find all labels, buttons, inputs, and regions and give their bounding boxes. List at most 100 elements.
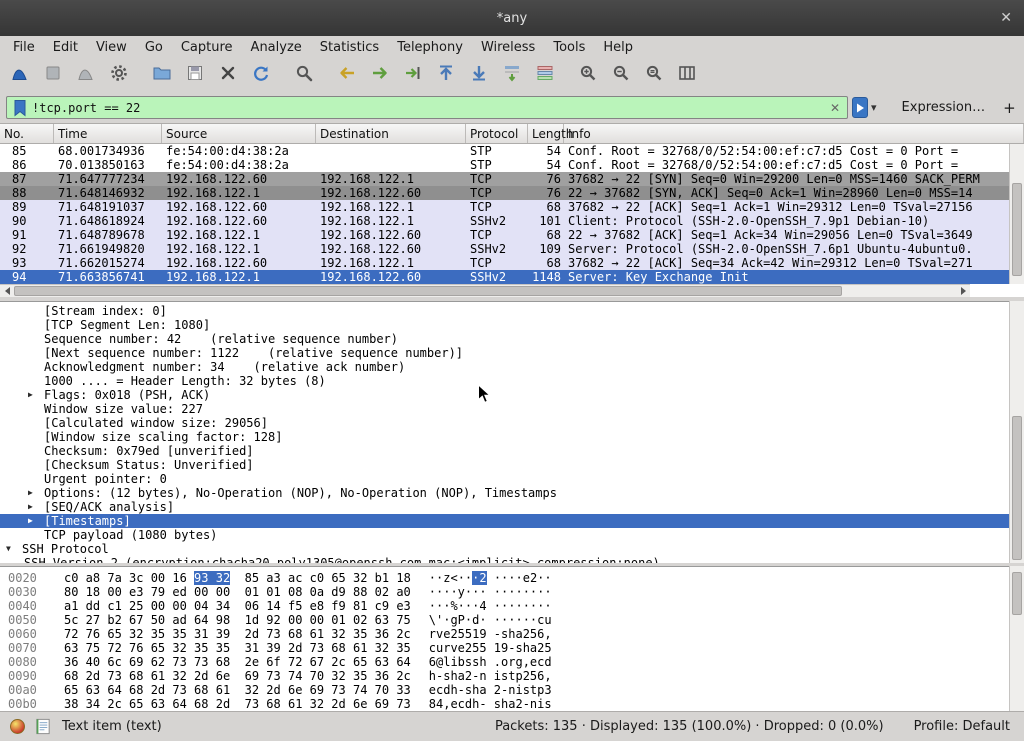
packet-row[interactable]: 9271.661949820192.168.122.1192.168.122.6… [0, 242, 1024, 256]
close-button[interactable]: ✕ [1000, 9, 1012, 27]
expert-info-icon[interactable] [10, 719, 25, 734]
hex-row[interactable]: 0040a1 dd c1 25 00 00 04 34 06 14 f5 e8 … [0, 599, 1024, 613]
horizontal-scrollbar[interactable] [0, 284, 970, 297]
detail-line[interactable]: ▼SSH Protocol [0, 542, 1024, 556]
colorize-button[interactable] [530, 61, 560, 89]
menu-file[interactable]: File [4, 38, 44, 57]
capture-stop-button[interactable] [38, 61, 68, 89]
reload-button[interactable] [246, 61, 276, 89]
hex-row[interactable]: 00a065 63 64 68 2d 73 68 61 32 2d 6e 69 … [0, 683, 1024, 697]
resize-columns-button[interactable] [672, 61, 702, 89]
menu-tools[interactable]: Tools [544, 38, 594, 57]
detail-line[interactable]: [Checksum Status: Unverified] [0, 458, 1024, 472]
display-filter-field[interactable]: ✕ [6, 96, 848, 119]
hex-pane-scrollbar[interactable] [1009, 566, 1024, 711]
display-filter-input[interactable] [32, 98, 824, 117]
packet-row[interactable]: 9171.648789678192.168.122.1192.168.122.6… [0, 228, 1024, 242]
auto-scroll-button[interactable] [497, 61, 527, 89]
detail-line[interactable]: ▶Flags: 0x018 (PSH, ACK) [0, 388, 1024, 402]
hex-row[interactable]: 007063 75 72 76 65 32 35 35 31 39 2d 73 … [0, 641, 1024, 655]
bookmark-icon[interactable] [12, 99, 28, 117]
detail-pane-scrollbar[interactable] [1009, 301, 1024, 563]
scroll-right-icon[interactable] [956, 285, 970, 297]
packet-row[interactable]: 8568.001734936fe:54:00:d4:38:2aSTP54Conf… [0, 144, 1024, 158]
menu-wireless[interactable]: Wireless [472, 38, 544, 57]
menu-capture[interactable]: Capture [172, 38, 242, 57]
detail-line[interactable]: ▶Options: (12 bytes), No-Operation (NOP)… [0, 486, 1024, 500]
detail-line[interactable]: Window size value: 227 [0, 402, 1024, 416]
go-to-packet-button[interactable] [398, 61, 428, 89]
hex-row[interactable]: 008036 40 6c 69 62 73 73 68 2e 6f 72 67 … [0, 655, 1024, 669]
status-profile[interactable]: Profile: Default [914, 719, 1010, 734]
detail-line[interactable]: ▶[SEQ/ACK analysis] [0, 500, 1024, 514]
menu-help[interactable]: Help [594, 38, 642, 57]
hex-row[interactable]: 006072 76 65 32 35 35 31 39 2d 73 68 61 … [0, 627, 1024, 641]
column-header-time[interactable]: Time [54, 124, 162, 143]
packet-row[interactable]: 9371.662015274192.168.122.60192.168.122.… [0, 256, 1024, 270]
menu-telephony[interactable]: Telephony [388, 38, 472, 57]
menu-analyze[interactable]: Analyze [242, 38, 311, 57]
detail-line[interactable]: [Window size scaling factor: 128] [0, 430, 1024, 444]
packet-row[interactable]: 8670.013850163fe:54:00:d4:38:2aSTP54Conf… [0, 158, 1024, 172]
expression-button[interactable]: Expression… [894, 97, 994, 118]
go-back-button[interactable] [332, 61, 362, 89]
packet-list-scrollbar[interactable] [1009, 144, 1024, 284]
zoom-in-button[interactable] [573, 61, 603, 89]
hex-row[interactable]: 009068 2d 73 68 61 32 2d 6e 69 73 74 70 … [0, 669, 1024, 683]
detail-line[interactable]: ▶[Timestamps] [0, 514, 1024, 528]
detail-line[interactable]: Urgent pointer: 0 [0, 472, 1024, 486]
hex-row[interactable]: 00b038 34 2c 65 63 64 68 2d 73 68 61 32 … [0, 697, 1024, 711]
detail-line[interactable]: SSH Version 2 (encryption:chacha20-poly1… [0, 556, 1024, 563]
packet-row[interactable]: 9471.663856741192.168.122.1192.168.122.6… [0, 270, 1024, 284]
expander-right-icon[interactable]: ▶ [28, 390, 33, 399]
expander-right-icon[interactable]: ▶ [28, 488, 33, 497]
column-header-no[interactable]: No. [0, 124, 54, 143]
scrollbar-thumb[interactable] [1012, 572, 1022, 616]
horizontal-scrollbar-thumb[interactable] [14, 286, 842, 296]
capture-start-button[interactable] [5, 61, 35, 89]
hex-row[interactable]: 00505c 27 b2 67 50 ad 64 98 1d 92 00 00 … [0, 613, 1024, 627]
go-bottom-button[interactable] [464, 61, 494, 89]
expander-right-icon[interactable]: ▶ [28, 502, 33, 511]
zoom-original-button[interactable] [639, 61, 669, 89]
detail-line[interactable]: [Calculated window size: 29056] [0, 416, 1024, 430]
packet-row[interactable]: 8771.647777234192.168.122.60192.168.122.… [0, 172, 1024, 186]
menu-go[interactable]: Go [136, 38, 172, 57]
filter-dropdown-caret-icon[interactable]: ▾ [868, 101, 880, 114]
capture-options-button[interactable] [104, 61, 134, 89]
scrollbar-thumb[interactable] [1012, 183, 1022, 275]
file-open-button[interactable] [147, 61, 177, 89]
menu-view[interactable]: View [87, 38, 136, 57]
packet-row[interactable]: 9071.648618924192.168.122.60192.168.122.… [0, 214, 1024, 228]
packet-row[interactable]: 8971.648191037192.168.122.60192.168.122.… [0, 200, 1024, 214]
scroll-left-icon[interactable] [0, 285, 14, 297]
menu-edit[interactable]: Edit [44, 38, 87, 57]
expander-down-icon[interactable]: ▼ [6, 544, 11, 553]
detail-line[interactable]: Checksum: 0x79ed [unverified] [0, 444, 1024, 458]
detail-line[interactable]: [TCP Segment Len: 1080] [0, 318, 1024, 332]
go-forward-button[interactable] [365, 61, 395, 89]
file-close-button[interactable] [213, 61, 243, 89]
column-header-source[interactable]: Source [162, 124, 316, 143]
clear-filter-icon[interactable]: ✕ [828, 101, 842, 115]
menu-statistics[interactable]: Statistics [311, 38, 388, 57]
zoom-out-button[interactable] [606, 61, 636, 89]
apply-filter-button[interactable] [852, 97, 868, 118]
titlebar[interactable]: *any ✕ [0, 0, 1024, 36]
file-save-button[interactable] [180, 61, 210, 89]
detail-line[interactable]: Sequence number: 42 (relative sequence n… [0, 332, 1024, 346]
packet-row[interactable]: 8871.648146932192.168.122.1192.168.122.6… [0, 186, 1024, 200]
hex-row[interactable]: 003080 18 00 e3 79 ed 00 00 01 01 08 0a … [0, 585, 1024, 599]
detail-line[interactable]: [Next sequence number: 1122 (relative se… [0, 346, 1024, 360]
detail-line[interactable]: 1000 .... = Header Length: 32 bytes (8) [0, 374, 1024, 388]
column-header-protocol[interactable]: Protocol [466, 124, 528, 143]
detail-line[interactable]: Acknowledgment number: 34 (relative ack … [0, 360, 1024, 374]
capture-restart-button[interactable] [71, 61, 101, 89]
column-header-destination[interactable]: Destination [316, 124, 466, 143]
column-header-info[interactable]: Info [564, 124, 1024, 143]
go-top-button[interactable] [431, 61, 461, 89]
capture-file-properties-icon[interactable] [33, 717, 52, 736]
expander-right-icon[interactable]: ▶ [28, 516, 33, 525]
scrollbar-thumb[interactable] [1012, 416, 1022, 560]
detail-line[interactable]: [Stream index: 0] [0, 304, 1024, 318]
